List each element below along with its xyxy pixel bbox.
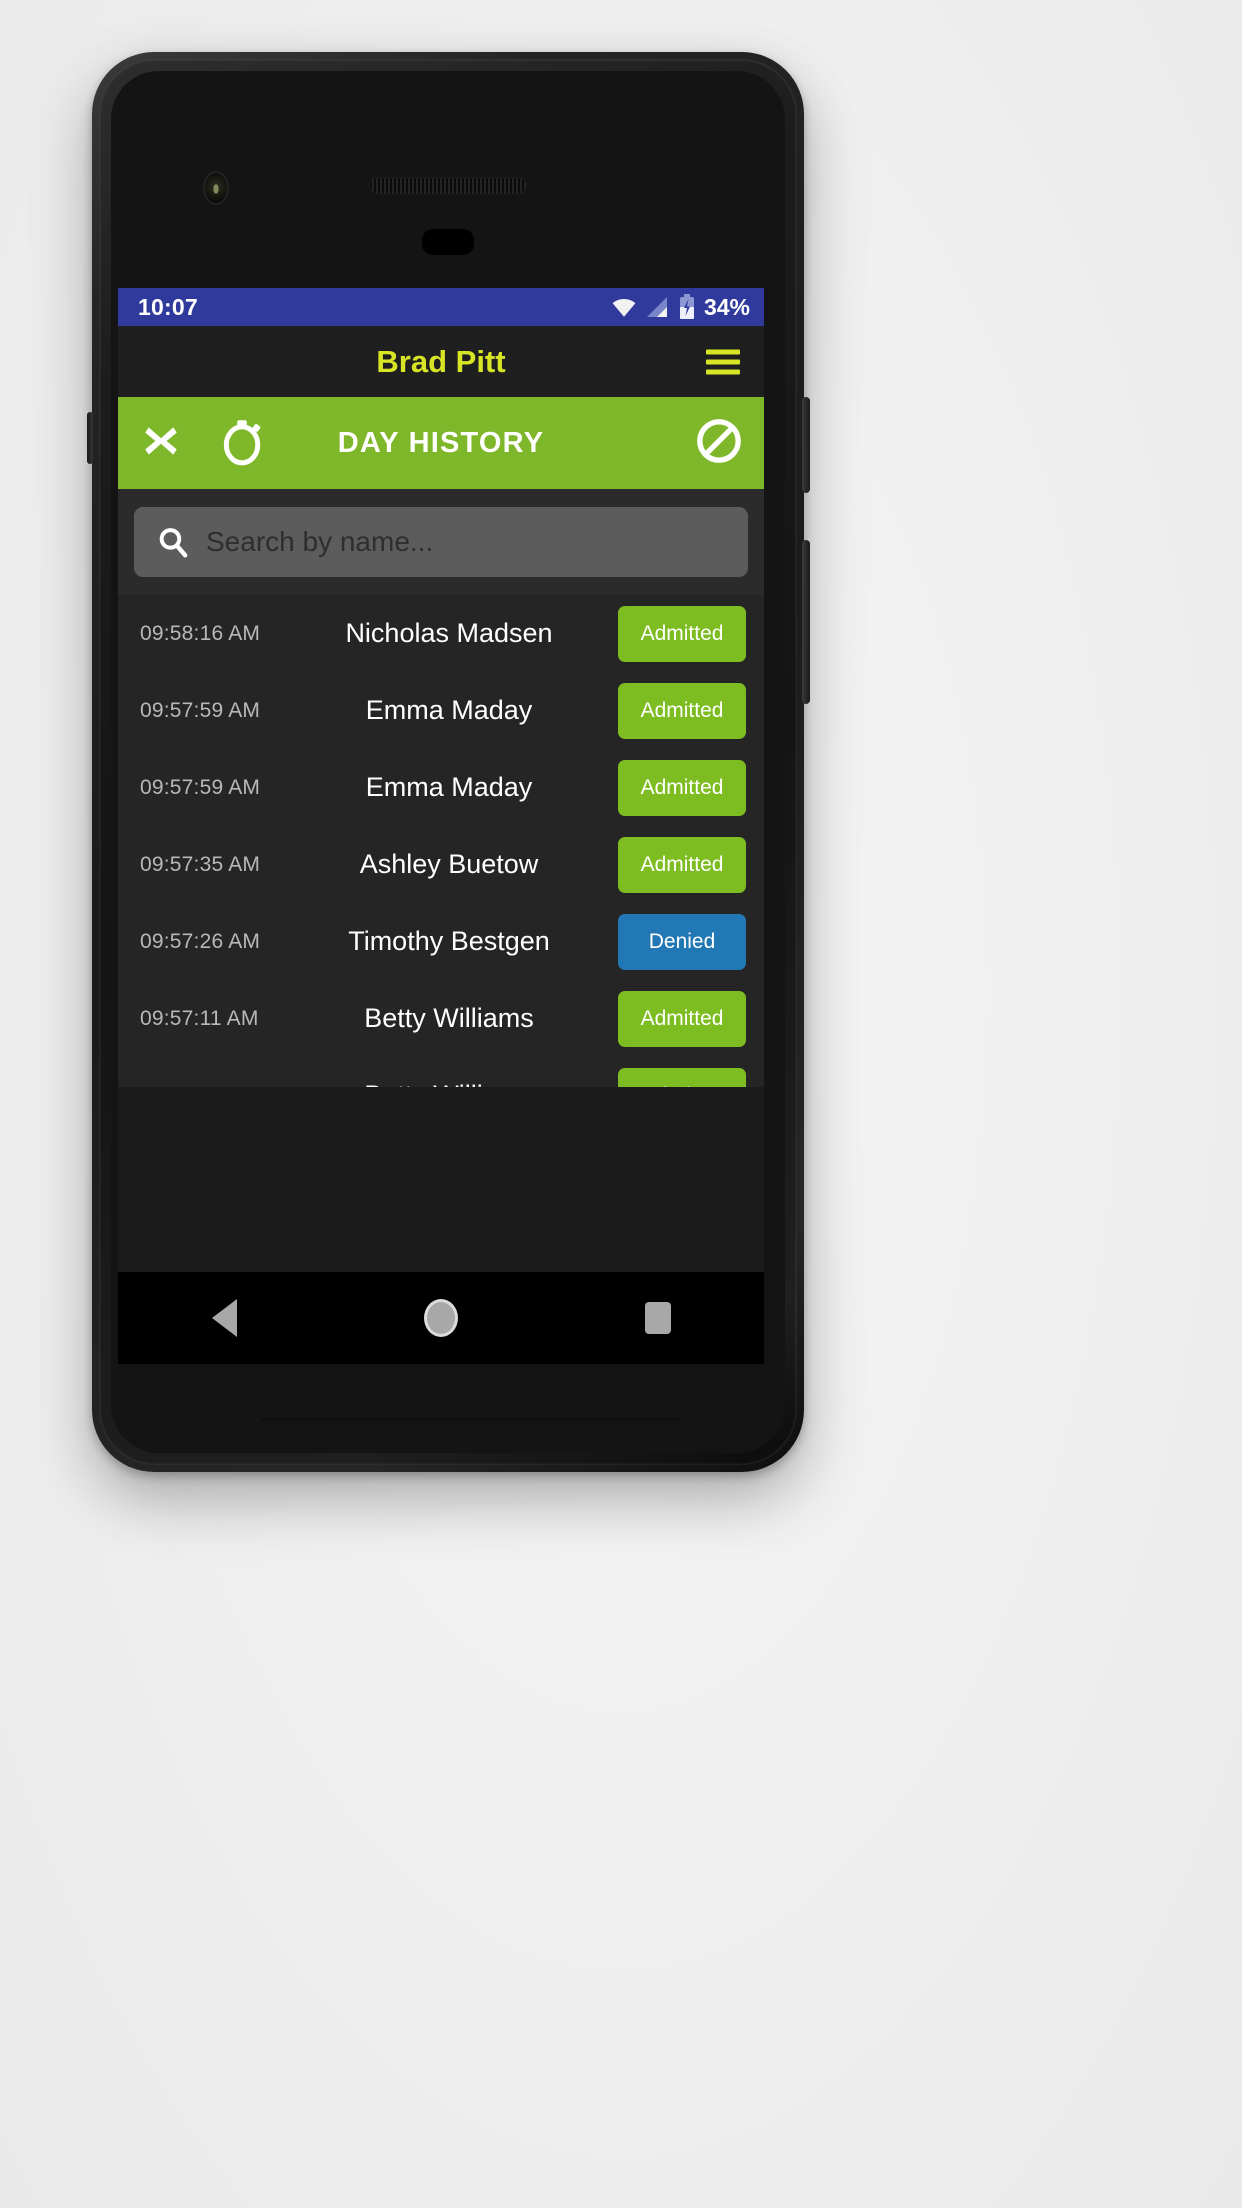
ban-prohibited-icon[interactable] xyxy=(696,418,742,469)
sensor-notch xyxy=(422,229,474,255)
front-camera-icon xyxy=(203,171,229,205)
row-timestamp: 09:57:59 AM xyxy=(140,698,261,722)
row-timestamp: 09:58:16 AM xyxy=(140,621,261,645)
search-placeholder: Search by name... xyxy=(206,526,434,557)
table-row[interactable]: 09:57:59 AM Emma Maday Admitted xyxy=(118,672,764,749)
history-list[interactable]: 09:58:16 AM Nicholas Madsen Admitted 09:57:… xyxy=(118,595,764,1087)
app-bar: Brad Pitt xyxy=(118,326,764,397)
row-timestamp: 09:57:11 AM xyxy=(140,1006,259,1030)
row-timestamp: 09:57:59 AM xyxy=(140,775,261,799)
battery-percent-label: 34% xyxy=(703,293,750,320)
status-badge[interactable]: Admitted xyxy=(618,605,746,662)
table-row[interactable]: 09:57:11 AMBetty WilliamsEnded Ban xyxy=(118,1057,764,1087)
search-icon xyxy=(159,528,188,558)
phone-screen: 10:07 34% Brad Pitt DAY HISTORY Search b… xyxy=(118,288,764,1272)
volume-button[interactable] xyxy=(802,540,810,704)
hamburger-menu-icon[interactable] xyxy=(706,349,740,374)
wifi-icon xyxy=(612,298,636,317)
search-input[interactable]: Search by name... xyxy=(134,507,748,577)
row-person-name: Emma Maday xyxy=(365,772,533,802)
row-timestamp: 09:57:35 AM xyxy=(140,852,261,876)
camera-lens-dot xyxy=(213,184,219,194)
action-bar: DAY HISTORY xyxy=(118,397,764,489)
nav-home-icon[interactable] xyxy=(423,1299,458,1337)
nav-back-icon[interactable] xyxy=(211,1299,237,1337)
row-person-name: Emma Maday xyxy=(365,695,533,725)
left-side-button[interactable] xyxy=(87,412,93,464)
status-icons: 34% xyxy=(611,294,750,321)
status-bar: 10:07 34% xyxy=(118,288,764,326)
row-person-name: Ashley Buetow xyxy=(359,849,539,879)
antenna-band-bottom xyxy=(261,1418,681,1421)
close-x-icon[interactable] xyxy=(140,420,182,467)
cell-signal-icon xyxy=(646,297,667,317)
row-person-name: Nicholas Madsen xyxy=(345,618,553,648)
nav-recents-icon[interactable] xyxy=(644,1302,671,1334)
status-badge[interactable]: Denied xyxy=(618,913,746,970)
row-person-name: Timothy Bestgen xyxy=(348,926,550,956)
row-timestamp: 09:57:26 AM xyxy=(140,929,261,953)
android-nav-bar xyxy=(118,1272,764,1364)
row-person-name: Betty Williams xyxy=(364,1003,534,1033)
table-row[interactable]: 09:57:59 AM Emma Maday Admitted xyxy=(118,749,764,826)
table-row[interactable]: 09:58:16 AM Nicholas Madsen Admitted xyxy=(118,595,764,672)
page-title: Brad Pitt xyxy=(376,343,506,379)
status-clock: 10:07 xyxy=(138,293,198,320)
status-badge[interactable]: Admitted xyxy=(618,759,746,816)
battery-charging-icon xyxy=(679,294,694,319)
stopwatch-icon[interactable] xyxy=(220,416,266,471)
search-container: Search by name... xyxy=(118,489,764,595)
row-timestamp: 09:57:11 AM xyxy=(140,1084,310,1088)
earpiece-speaker xyxy=(369,177,527,194)
table-row[interactable]: 09:57:26 AM Timothy Bestgen Denied xyxy=(118,903,764,980)
table-row[interactable]: 09:57:35 AM Ashley Buetow Admitted xyxy=(118,826,764,903)
power-button[interactable] xyxy=(802,397,810,493)
status-badge[interactable]: Admitted xyxy=(618,682,746,739)
status-badge[interactable]: Admitted xyxy=(618,836,746,893)
status-badge[interactable]: Ended Ban xyxy=(618,1067,746,1087)
status-badge[interactable]: Admitted xyxy=(618,990,746,1047)
action-bar-title: DAY HISTORY xyxy=(337,426,545,459)
table-row[interactable]: 09:57:11 AM Betty Williams Admitted xyxy=(118,980,764,1057)
row-person-name: Betty Williams xyxy=(310,1080,618,1087)
